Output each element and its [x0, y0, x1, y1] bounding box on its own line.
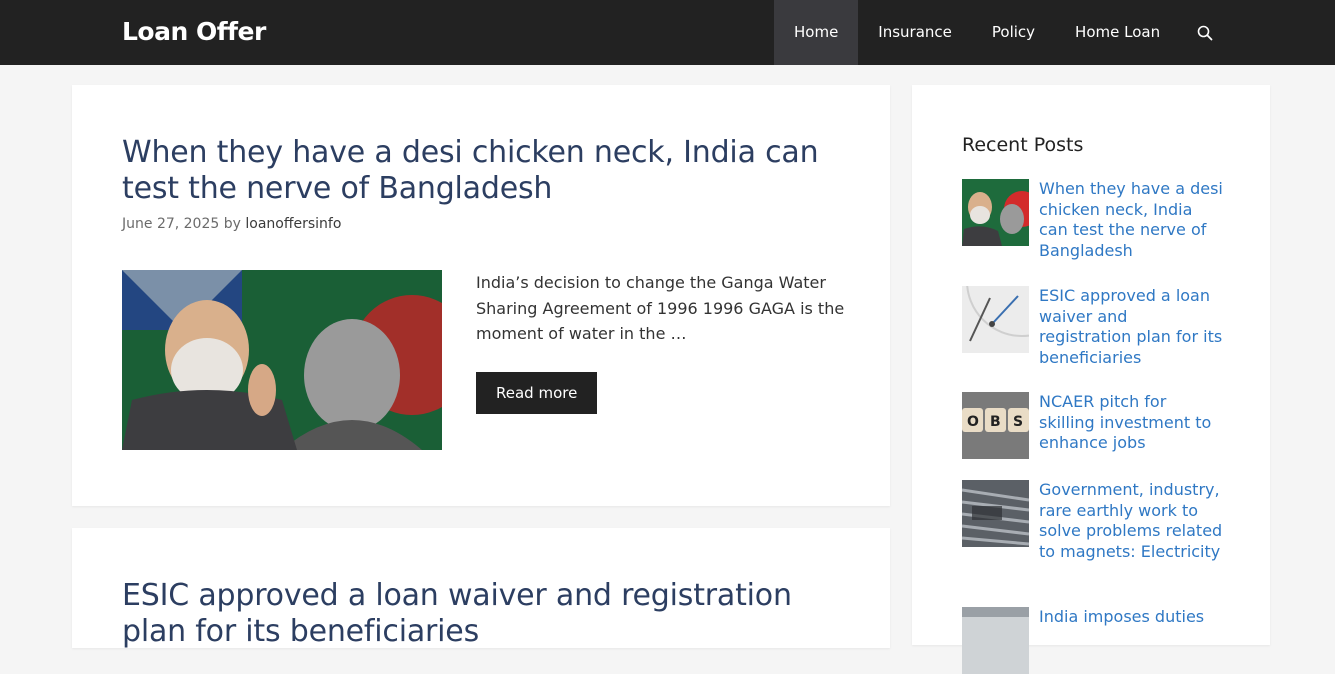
recent-post-link[interactable]: When they have a desi chicken neck, Indi… — [1039, 179, 1224, 261]
svg-text:O: O — [967, 414, 979, 430]
search-icon — [1197, 25, 1213, 40]
recent-post-link[interactable]: ESIC approved a loan waiver and registra… — [1039, 286, 1224, 368]
site-header: Loan Offer Home Insurance Policy Home Lo… — [0, 0, 1335, 65]
recent-post-link[interactable]: Government, industry, rare earthly work … — [1039, 480, 1224, 562]
recent-post-thumbnail[interactable]: O B S — [962, 392, 1029, 459]
nav-item-home[interactable]: Home — [774, 0, 859, 65]
post-title[interactable]: When they have a desi chicken neck, Indi… — [122, 135, 842, 207]
post-meta: June 27, 2025 by loanoffersinfo — [122, 216, 341, 232]
post-excerpt: India’s decision to change the Ganga Wat… — [476, 273, 845, 343]
nav-item-insurance[interactable]: Insurance — [858, 0, 972, 65]
featured-image — [122, 270, 442, 450]
thumbnail-image — [962, 286, 1029, 353]
post-date[interactable]: June 27, 2025 — [122, 216, 219, 232]
read-more-button[interactable]: Read more — [476, 372, 598, 414]
recent-post-link[interactable]: NCAER pitch for skilling investment to e… — [1039, 392, 1224, 454]
post-thumbnail[interactable] — [122, 270, 442, 450]
site-title[interactable]: Loan Offer — [122, 17, 266, 46]
nav-item-home-loan[interactable]: Home Loan — [1055, 0, 1180, 65]
recent-post-link[interactable]: India imposes duties — [1039, 607, 1224, 628]
thumbnail-image: O B S — [962, 392, 1029, 459]
main-nav: Home Insurance Policy Home Loan — [774, 0, 1230, 65]
widget-title: Recent Posts — [962, 134, 1084, 156]
recent-post-thumbnail[interactable] — [962, 607, 1029, 674]
nav-item-policy[interactable]: Policy — [972, 0, 1055, 65]
recent-post-thumbnail[interactable] — [962, 480, 1029, 547]
recent-post-thumbnail[interactable] — [962, 179, 1029, 246]
thumbnail-image — [962, 480, 1029, 547]
recent-post-thumbnail[interactable] — [962, 286, 1029, 353]
sidebar: Recent Posts When they have a desi chick… — [912, 85, 1270, 674]
post-title[interactable]: ESIC approved a loan waiver and registra… — [122, 578, 842, 650]
post-card: ESIC approved a loan waiver and registra… — [72, 528, 890, 650]
svg-text:B: B — [990, 414, 1001, 430]
svg-text:S: S — [1013, 414, 1023, 430]
post-by: by — [223, 216, 241, 232]
thumbnail-image — [962, 607, 1029, 674]
post-author[interactable]: loanoffersinfo — [245, 216, 341, 232]
post-card: When they have a desi chicken neck, Indi… — [72, 85, 890, 506]
search-button[interactable] — [1180, 0, 1230, 65]
thumbnail-image — [962, 179, 1029, 246]
